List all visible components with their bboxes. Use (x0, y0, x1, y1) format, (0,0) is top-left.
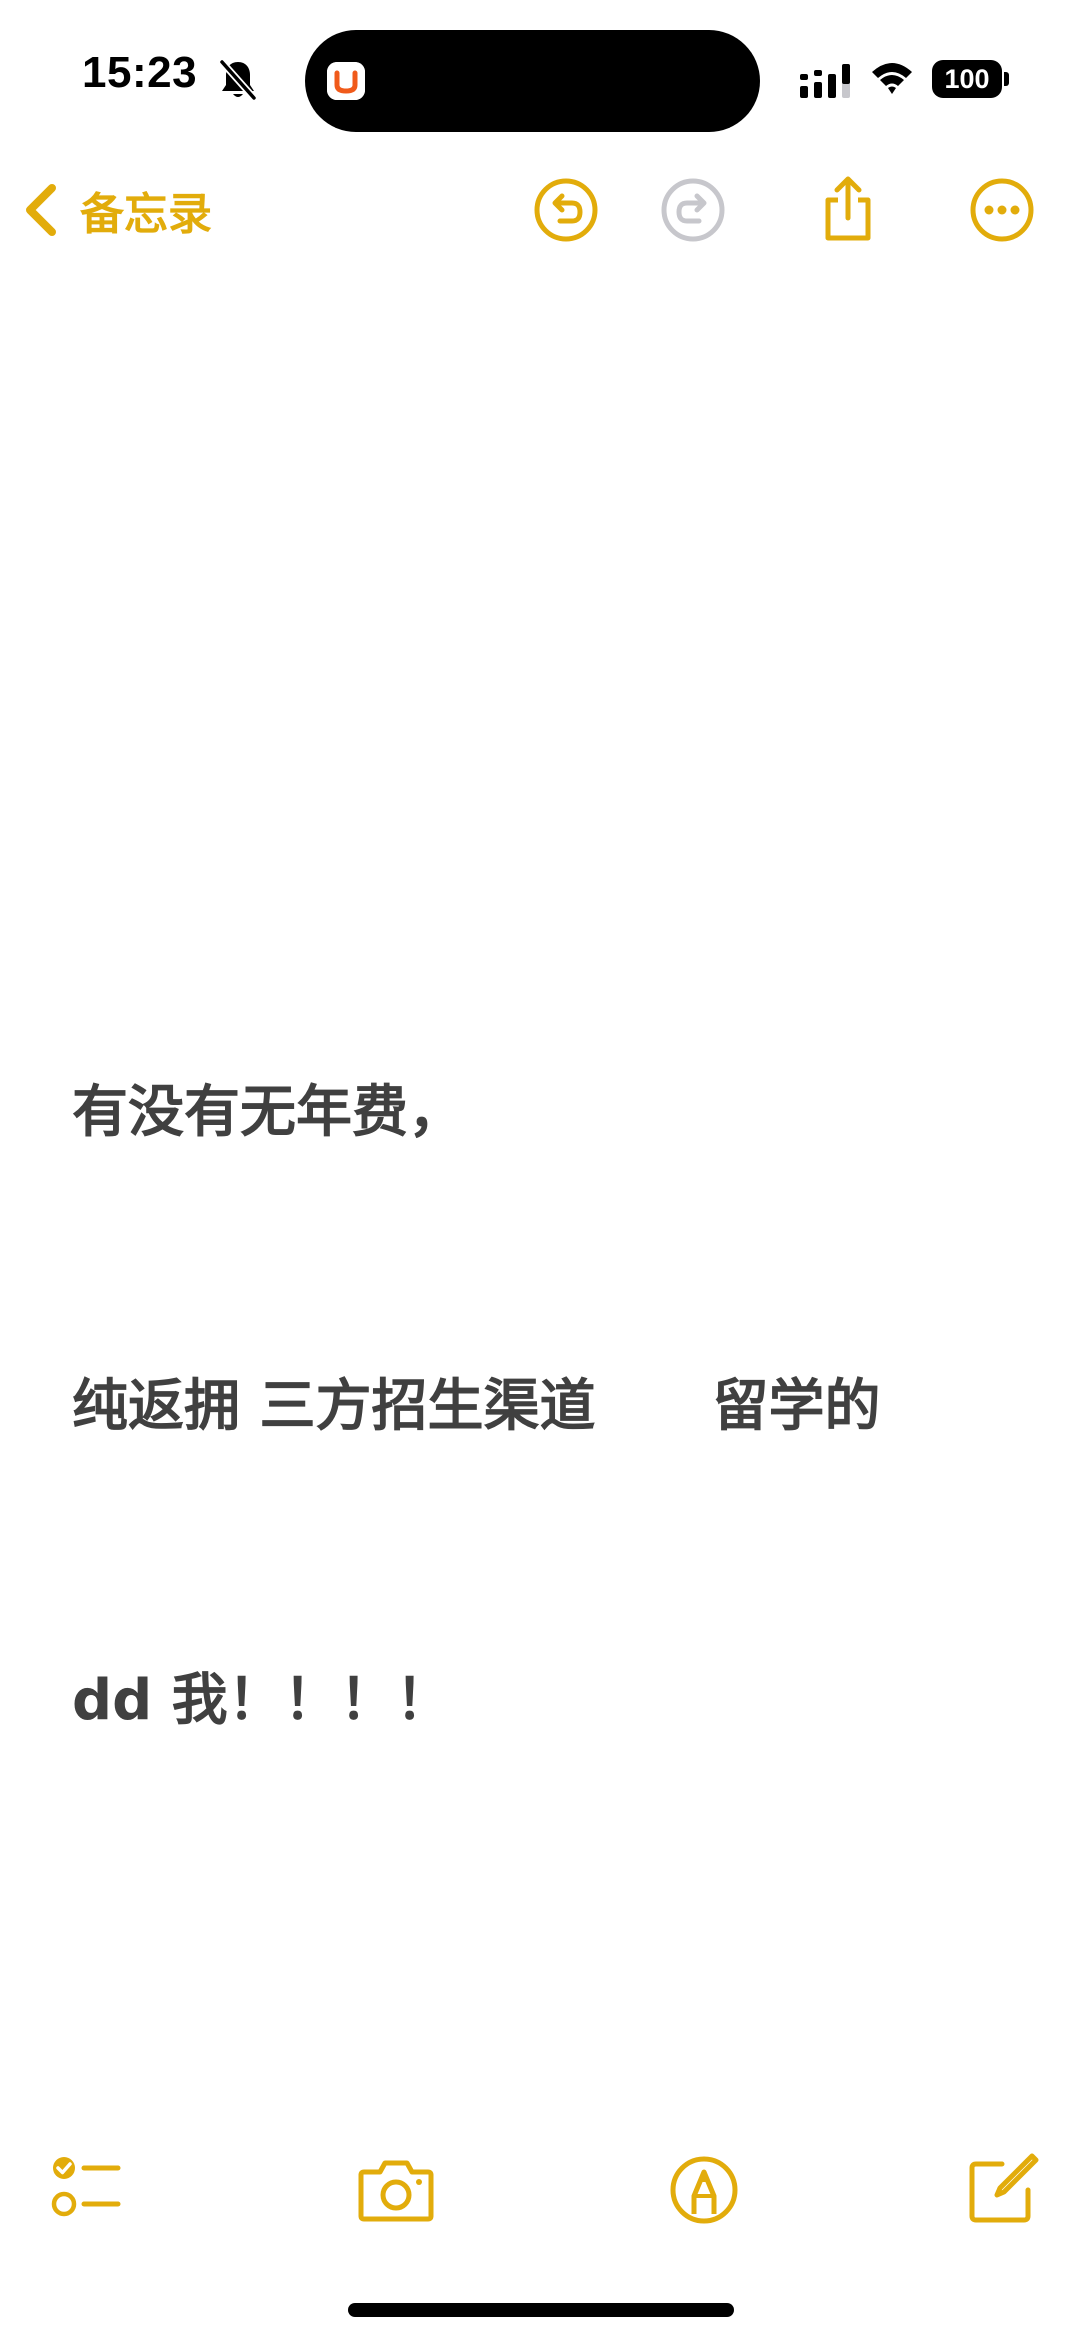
compose-button[interactable] (962, 2150, 1042, 2230)
share-icon (825, 176, 871, 241)
redo-icon (661, 178, 725, 242)
bell-slash-icon (219, 59, 257, 101)
camera-button[interactable] (356, 2150, 436, 2230)
note-text-area[interactable]: 有没有无年费， 纯返拥 三方招生渠道 留学的 dd 我！！！！ (72, 868, 1032, 1848)
undo-icon (534, 178, 598, 242)
note-line: 纯返拥 三方招生渠道 留学的 (72, 1374, 881, 1439)
markup-button[interactable] (664, 2150, 744, 2230)
wifi-icon (872, 63, 912, 94)
home-indicator[interactable] (348, 2303, 734, 2317)
camera-icon (358, 2160, 434, 2222)
dynamic-island[interactable] (305, 30, 760, 132)
note-line: 有没有无年费， (72, 1080, 464, 1145)
status-bar: 15:23 100 (0, 0, 1080, 160)
battery-level: 100 (944, 64, 990, 94)
checklist-icon (51, 2157, 121, 2217)
markup-icon (670, 2156, 738, 2224)
nav-bar: 备忘录 (0, 160, 1080, 260)
cellular-signal-icon (800, 64, 850, 98)
back-button[interactable]: 备忘录 (18, 174, 212, 246)
more-icon (970, 178, 1034, 242)
didi-app-icon[interactable] (327, 62, 365, 100)
bottom-toolbar (0, 2150, 1080, 2230)
battery-icon: 100 (932, 60, 1010, 98)
undo-button[interactable] (530, 174, 602, 246)
note-line: dd 我！！！！ (72, 1668, 452, 1733)
compose-icon (969, 2153, 1039, 2223)
redo-button[interactable] (657, 174, 729, 246)
share-button[interactable] (812, 174, 884, 246)
more-button[interactable] (966, 174, 1038, 246)
chevron-left-icon (26, 184, 56, 236)
back-label: 备忘录 (80, 189, 212, 240)
checklist-button[interactable] (46, 2150, 126, 2230)
status-time: 15:23 (82, 48, 198, 97)
